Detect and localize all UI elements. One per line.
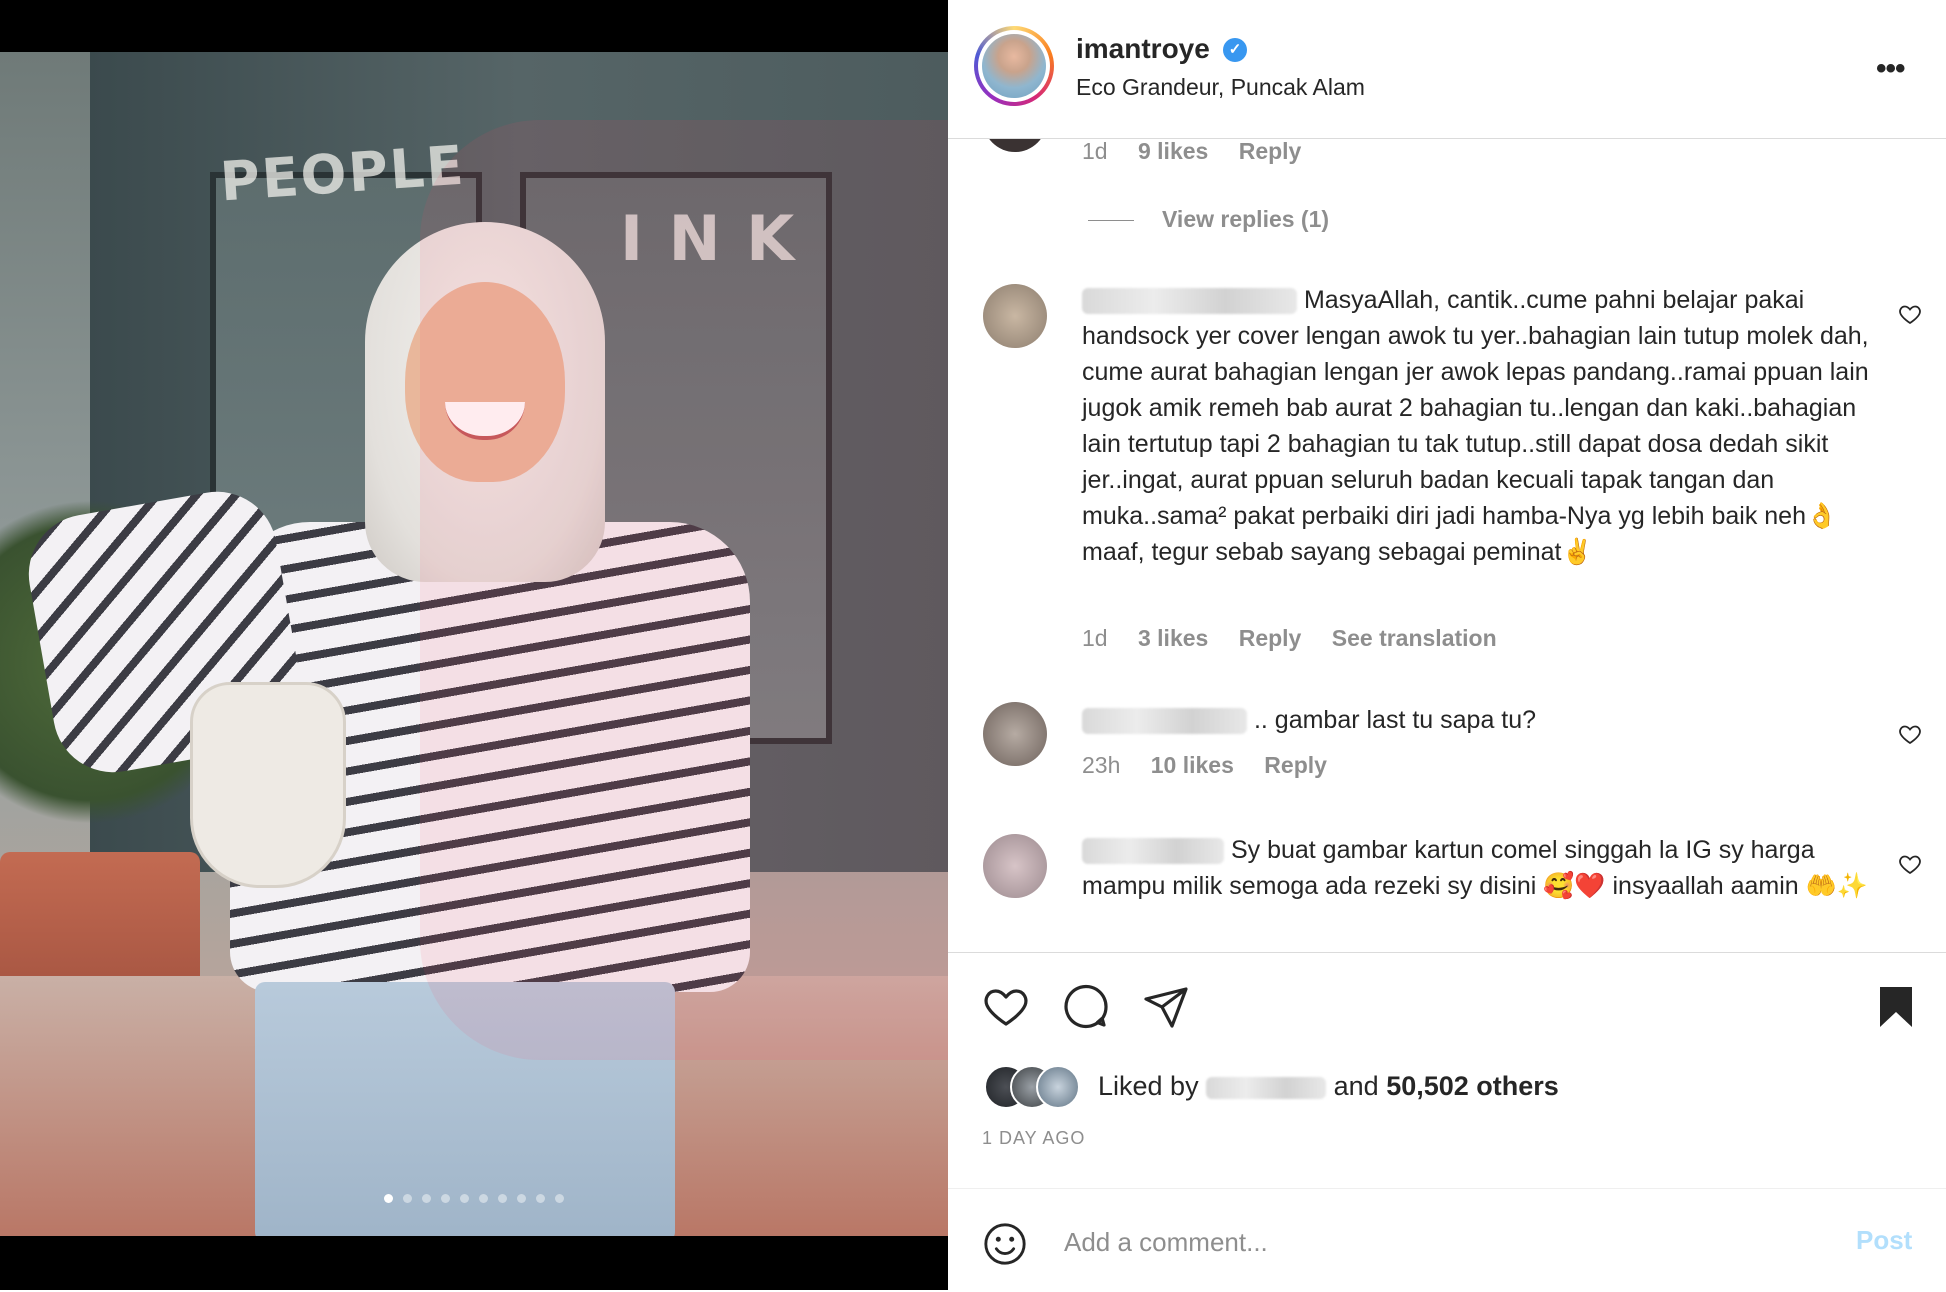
comment-time: 1d [1082, 625, 1108, 651]
post-time: 1 DAY AGO [982, 1128, 1086, 1148]
comment-item: MasyaAllah, cantik..cume pahni belajar p… [1082, 282, 1872, 570]
comment-text: .. gambar last tu sapa tu? [1253, 706, 1537, 734]
liker-avatars[interactable] [984, 1065, 1084, 1109]
like-comment-icon[interactable] [1898, 302, 1922, 326]
comment-time: 23h [1082, 752, 1121, 778]
liked-by-and: and [1333, 1071, 1379, 1101]
add-comment-row: Post [948, 1188, 1946, 1292]
divider [1088, 220, 1134, 222]
redacted-username[interactable] [1082, 708, 1247, 735]
redacted-username[interactable] [1082, 838, 1224, 865]
comment-item: Sy buat gambar kartun comel singgah la I… [1082, 832, 1872, 904]
person [19, 222, 760, 1236]
verified-icon: ✓ [1223, 38, 1247, 62]
comment-item: .. gambar last tu sapa tu? [1082, 702, 1872, 738]
carousel-dot[interactable] [517, 1194, 526, 1203]
post-sidebar: imantroye ✓ Eco Grandeur, Puncak Alam ••… [948, 0, 1946, 1291]
share-icon[interactable] [1142, 983, 1190, 1031]
comment-meta: 1d 3 likes Reply See translation [1082, 625, 1521, 652]
comment-avatar[interactable] [983, 702, 1047, 766]
carousel-dots[interactable] [0, 1190, 948, 1208]
comment-likes[interactable]: 10 likes [1151, 752, 1234, 778]
like-comment-icon[interactable] [1898, 852, 1922, 876]
view-replies-button[interactable]: View replies (1) [1088, 206, 1329, 233]
post-image: PEOPLE I N K [0, 52, 948, 1236]
comments-list[interactable]: 1d 9 likes Reply View replies (1) MasyaA… [948, 138, 1946, 952]
liked-by-text[interactable]: Liked by and 50,502 others [1098, 1071, 1559, 1102]
carousel-dot[interactable] [403, 1194, 412, 1203]
carousel-dot[interactable] [422, 1194, 431, 1203]
redacted-username[interactable] [1082, 288, 1297, 315]
face [405, 282, 565, 482]
post-button[interactable]: Post [1856, 1225, 1912, 1256]
comment-likes[interactable]: 9 likes [1138, 138, 1208, 164]
emoji-icon[interactable] [982, 1221, 1028, 1267]
see-translation-button[interactable]: See translation [1332, 625, 1497, 651]
post-header: imantroye ✓ Eco Grandeur, Puncak Alam ••… [948, 0, 1946, 139]
comment-avatar[interactable] [983, 138, 1047, 152]
reply-button[interactable]: Reply [1264, 752, 1327, 778]
reply-button[interactable]: Reply [1239, 625, 1302, 651]
comment-avatar[interactable] [983, 284, 1047, 348]
comment-icon[interactable] [1062, 983, 1110, 1031]
carousel-dot[interactable] [536, 1194, 545, 1203]
comment-likes[interactable]: 3 likes [1138, 625, 1208, 651]
post-photo[interactable]: PEOPLE I N K [0, 0, 948, 1290]
more-icon[interactable]: ••• [1876, 52, 1905, 86]
post-location[interactable]: Eco Grandeur, Puncak Alam [1076, 74, 1365, 101]
handbag [190, 682, 346, 888]
comment-text: MasyaAllah, cantik..cume pahni belajar p… [1082, 286, 1869, 566]
carousel-dot[interactable] [555, 1194, 564, 1203]
comment-time: 1d [1082, 138, 1108, 164]
carousel-dot[interactable] [479, 1194, 488, 1203]
liked-by-prefix: Liked by [1098, 1071, 1199, 1101]
redacted-username[interactable] [1206, 1076, 1327, 1099]
like-comment-icon[interactable] [1898, 722, 1922, 746]
liked-by-others[interactable]: 50,502 others [1386, 1071, 1559, 1101]
author-avatar[interactable] [974, 26, 1054, 106]
comment-avatar[interactable] [983, 834, 1047, 898]
carousel-dot[interactable] [498, 1194, 507, 1203]
author-username[interactable]: imantroye [1076, 33, 1210, 65]
comment-input[interactable] [1062, 1219, 1766, 1265]
liker-avatar [1036, 1065, 1080, 1109]
comment-meta: 1d 9 likes Reply [1082, 138, 1325, 165]
carousel-dot[interactable] [460, 1194, 469, 1203]
reply-button[interactable]: Reply [1239, 138, 1302, 164]
post-actions: Liked by and 50,502 others 1 DAY AGO Pos… [948, 952, 1946, 1291]
view-replies-label: View replies (1) [1162, 206, 1330, 232]
heart-icon[interactable] [982, 983, 1030, 1031]
bookmark-icon[interactable] [1872, 983, 1920, 1031]
comment-meta: 23h 10 likes Reply [1082, 752, 1351, 779]
carousel-dot[interactable] [384, 1194, 393, 1203]
carousel-dot[interactable] [441, 1194, 450, 1203]
